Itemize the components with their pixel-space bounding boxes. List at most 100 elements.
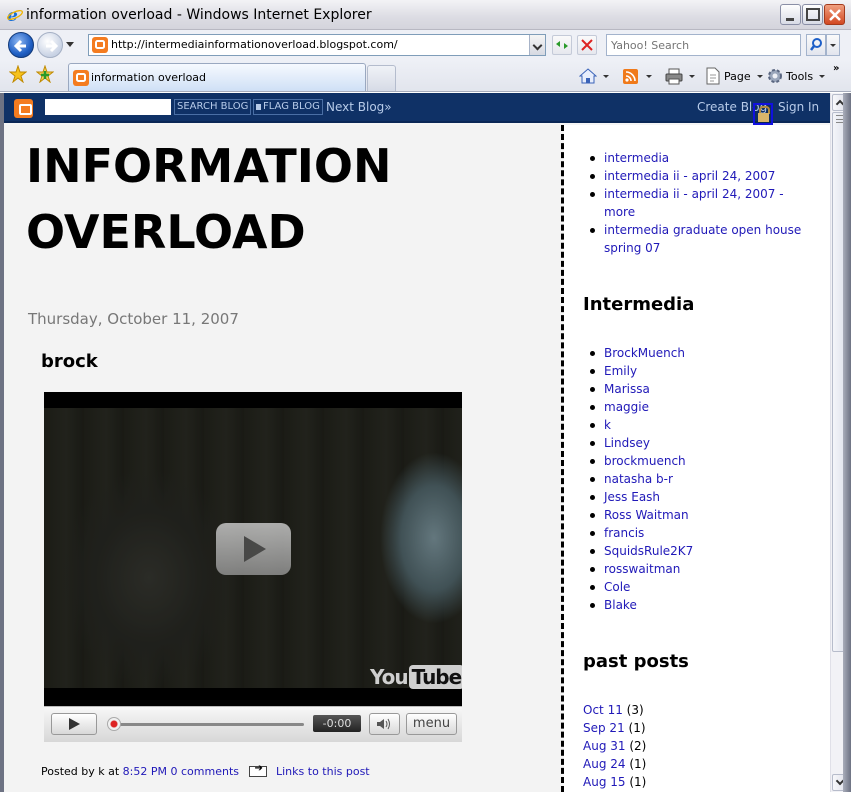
youtube-logo: You Tube xyxy=(370,665,462,689)
member-item[interactable]: SquidsRule2K7 xyxy=(586,542,806,560)
archive-link[interactable]: Aug 15 xyxy=(583,775,626,789)
address-bar[interactable]: http://intermediainformationoverload.blo… xyxy=(88,34,546,56)
add-favorites-icon[interactable] xyxy=(36,65,54,83)
page-menu[interactable]: Page xyxy=(704,66,763,86)
tab-label: information overload xyxy=(91,71,207,84)
print-dropdown-arrow[interactable] xyxy=(689,74,695,78)
member-list: BrockMuench Emily Marissa maggie k Linds… xyxy=(586,344,806,614)
page-dropdown-arrow[interactable] xyxy=(756,74,763,78)
main-column: INFORMATION OVERLOAD Thursday, October 1… xyxy=(4,125,561,792)
search-blog-button[interactable]: SEARCH BLOG xyxy=(174,99,252,115)
post-time-link[interactable]: 8:52 PM xyxy=(123,765,167,778)
list-item[interactable]: intermedia xyxy=(586,149,806,167)
minimize-icon xyxy=(786,18,794,21)
date-header: Thursday, October 11, 2007 xyxy=(28,310,239,328)
archive-item: Aug 15 (1) xyxy=(583,773,646,791)
close-button[interactable] xyxy=(824,4,845,25)
page-icon xyxy=(706,67,720,85)
member-item[interactable]: Marissa xyxy=(586,380,806,398)
link-list: intermedia intermedia ii - april 24, 200… xyxy=(586,149,806,257)
toolbar-overflow-chevron[interactable]: » xyxy=(833,63,839,74)
member-item[interactable]: k xyxy=(586,416,806,434)
links-to-post-link[interactable]: Links to this post xyxy=(276,765,370,778)
play-button[interactable] xyxy=(51,713,97,735)
url-text[interactable]: http://intermediainformationoverload.blo… xyxy=(111,38,398,51)
posted-by-text: Posted by k at xyxy=(41,765,120,778)
print-button[interactable] xyxy=(665,66,695,86)
big-play-button[interactable] xyxy=(216,523,291,575)
search-input[interactable] xyxy=(607,35,800,55)
search-options-dropdown[interactable] xyxy=(826,34,840,56)
forward-arrow-icon xyxy=(46,39,59,53)
member-item[interactable]: Jess Eash xyxy=(586,488,806,506)
refresh-button[interactable] xyxy=(552,35,572,55)
sign-in-link[interactable]: Sign In xyxy=(778,100,819,114)
archive-count: (1) xyxy=(629,775,647,789)
archive-count: (2) xyxy=(629,739,647,753)
member-item[interactable]: BrockMuench xyxy=(586,344,806,362)
archive-link[interactable]: Aug 31 xyxy=(583,739,626,753)
search-button[interactable] xyxy=(806,34,826,56)
close-icon xyxy=(829,9,841,21)
tab-information-overload[interactable]: information overload xyxy=(68,63,366,91)
recent-pages-dropdown[interactable] xyxy=(66,42,74,47)
magnifier-icon xyxy=(810,38,822,51)
maximize-button[interactable] xyxy=(802,4,823,25)
member-item[interactable]: natasha b-r xyxy=(586,470,806,488)
email-post-icon[interactable] xyxy=(248,763,267,777)
member-item[interactable]: francis xyxy=(586,524,806,542)
seek-bar[interactable] xyxy=(110,723,304,726)
member-item[interactable]: Emily xyxy=(586,362,806,380)
blogger-favicon-icon xyxy=(73,70,89,86)
archive-item: Sep 21 (1) xyxy=(583,719,646,737)
feeds-button[interactable] xyxy=(622,66,652,86)
archive-link[interactable]: Oct 11 xyxy=(583,703,623,717)
archive-list: Oct 11 (3) Sep 21 (1) Aug 31 (2) Aug 24 … xyxy=(583,701,646,791)
archive-link[interactable]: Aug 24 xyxy=(583,757,626,771)
flag-blog-label: FLAG BLOG xyxy=(263,101,320,112)
video-menu-button[interactable]: menu xyxy=(406,713,457,735)
gear-icon xyxy=(768,69,782,83)
new-tab-button[interactable] xyxy=(367,65,396,91)
blogger-logo-icon[interactable] xyxy=(14,99,33,118)
comments-link[interactable]: 0 comments xyxy=(171,765,240,778)
member-item[interactable]: brockmuench xyxy=(586,452,806,470)
member-item[interactable]: Lindsey xyxy=(586,434,806,452)
volume-button[interactable] xyxy=(369,713,400,735)
member-item[interactable]: Cole xyxy=(586,578,806,596)
tools-menu[interactable]: Tools xyxy=(766,66,826,86)
search-box[interactable] xyxy=(606,34,801,56)
seek-handle[interactable] xyxy=(107,717,121,731)
member-item[interactable]: maggie xyxy=(586,398,806,416)
list-item[interactable]: intermedia graduate open house spring 07 xyxy=(586,221,806,257)
stop-icon xyxy=(581,39,593,51)
member-item[interactable]: Blake xyxy=(586,596,806,614)
member-item[interactable]: Ross Waitman xyxy=(586,506,806,524)
minimize-button[interactable] xyxy=(780,4,801,25)
list-item[interactable]: intermedia ii - april 24, 2007 xyxy=(586,167,806,185)
tab-bar: information overload Page Tools » xyxy=(0,60,851,92)
stop-button[interactable] xyxy=(577,35,597,55)
tools-dropdown-arrow[interactable] xyxy=(819,74,826,78)
print-icon xyxy=(665,68,683,85)
blog-search-input[interactable] xyxy=(45,99,171,115)
intermedia-heading: Intermedia xyxy=(583,294,695,315)
youtube-video-player[interactable]: You Tube xyxy=(44,392,462,706)
blogger-navbar: SEARCH BLOG FLAG BLOG Next Blog» Create … xyxy=(4,93,830,125)
home-button[interactable] xyxy=(579,66,609,86)
forward-button[interactable] xyxy=(37,32,63,58)
window-frame-right xyxy=(843,93,851,792)
blog-title[interactable]: INFORMATION OVERLOAD xyxy=(26,133,391,265)
favorites-star-icon[interactable] xyxy=(9,65,27,83)
home-dropdown-arrow[interactable] xyxy=(603,74,609,78)
archive-link[interactable]: Sep 21 xyxy=(583,721,625,735)
next-blog-link[interactable]: Next Blog» xyxy=(326,100,392,114)
archive-item: Aug 31 (2) xyxy=(583,737,646,755)
volume-icon xyxy=(376,718,390,730)
list-item[interactable]: intermedia ii - april 24, 2007 - more xyxy=(586,185,806,221)
address-dropdown-button[interactable] xyxy=(529,35,545,55)
feeds-dropdown-arrow[interactable] xyxy=(646,74,652,78)
back-button[interactable] xyxy=(8,32,34,58)
flag-blog-button[interactable]: FLAG BLOG xyxy=(253,99,323,115)
member-item[interactable]: rosswaitman xyxy=(586,560,806,578)
